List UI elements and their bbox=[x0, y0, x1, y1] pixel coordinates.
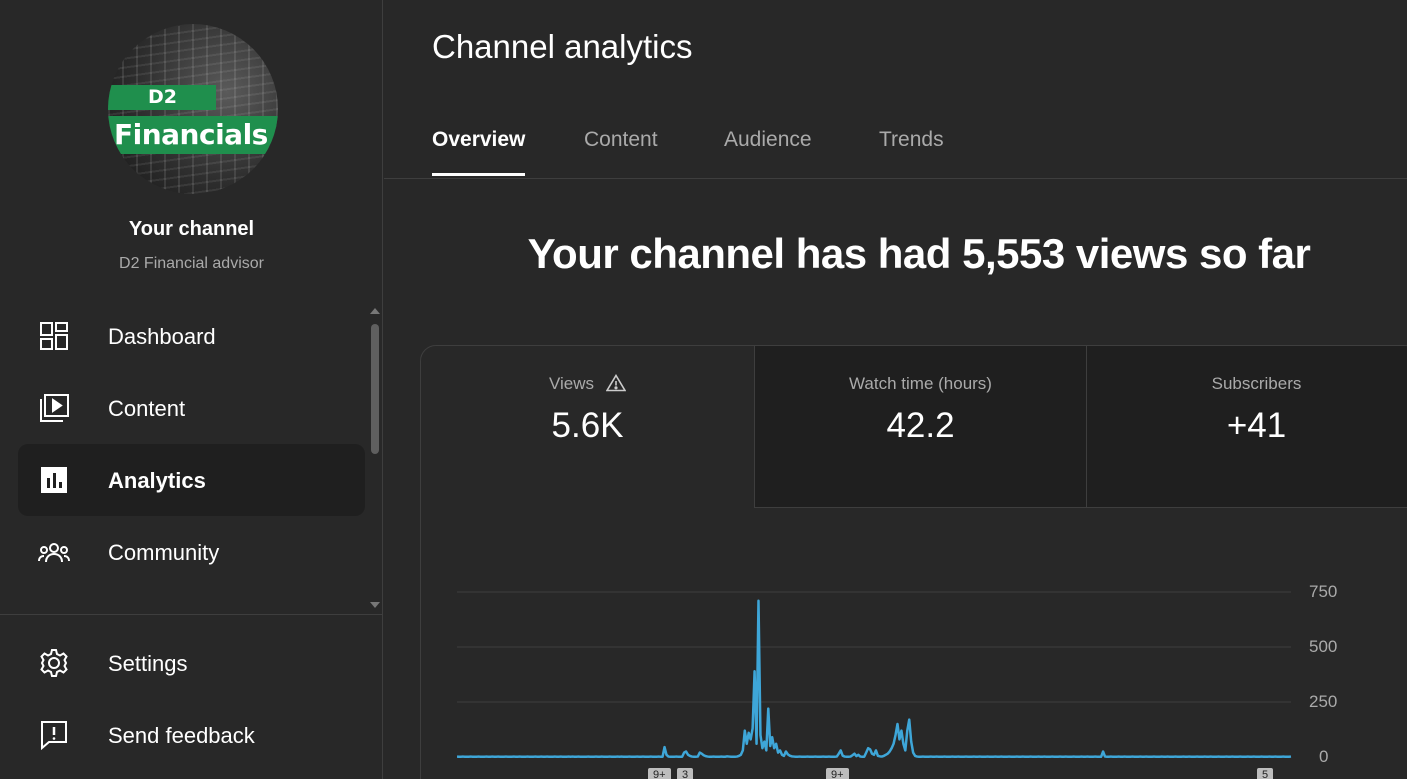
sidebar-item-settings[interactable]: Settings bbox=[18, 627, 365, 699]
chart-event-marker[interactable]: 3 bbox=[677, 768, 694, 779]
sidebar-item-label: Analytics bbox=[108, 468, 206, 493]
chart-event-marker[interactable]: 9+ bbox=[826, 768, 849, 779]
chart-event-marker[interactable]: 5 bbox=[1257, 768, 1274, 779]
metric-label: Views bbox=[421, 373, 754, 397]
avatar-logo-line1: D2 bbox=[108, 85, 216, 110]
metric-label: Watch time (hours) bbox=[849, 374, 992, 393]
dashboard-icon bbox=[38, 322, 70, 350]
sidebar: D2 Financials Your channel D2 Financial … bbox=[0, 0, 383, 779]
main-content: Channel analytics Overview Content Audie… bbox=[384, 0, 1407, 779]
sidebar-item-label: Community bbox=[108, 540, 220, 565]
views-chart[interactable] bbox=[457, 580, 1297, 770]
channel-avatar[interactable]: D2 Financials bbox=[108, 24, 278, 194]
tab-audience[interactable]: Audience bbox=[724, 128, 812, 178]
warning-icon[interactable] bbox=[605, 373, 627, 397]
sidebar-item-label: Dashboard bbox=[108, 324, 216, 349]
views-series-line[interactable] bbox=[457, 599, 1292, 759]
metric-value: 5.6K bbox=[551, 406, 624, 445]
metric-label-text: Views bbox=[548, 374, 595, 393]
sidebar-item-label: Settings bbox=[108, 651, 188, 676]
sidebar-divider bbox=[0, 614, 383, 615]
sidebar-item-dashboard[interactable]: Dashboard bbox=[18, 300, 365, 372]
content-icon bbox=[38, 394, 70, 422]
metric-views[interactable]: Views 5.6K bbox=[421, 346, 754, 508]
analytics-icon bbox=[38, 466, 70, 494]
scroll-down-icon[interactable] bbox=[370, 602, 380, 608]
metric-subscribers[interactable]: Subscribers +41 bbox=[1086, 346, 1407, 508]
sidebar-item-community[interactable]: Community bbox=[18, 516, 365, 588]
sidebar-item-label: Content bbox=[108, 396, 186, 421]
tab-content[interactable]: Content bbox=[584, 128, 658, 178]
metric-watch-time[interactable]: Watch time (hours) 42.2 bbox=[754, 346, 1086, 508]
scroll-up-icon[interactable] bbox=[370, 308, 380, 314]
sidebar-item-analytics[interactable]: Analytics bbox=[18, 444, 365, 516]
sidebar-scrollbar[interactable] bbox=[368, 306, 382, 610]
avatar-logo-line2: Financials bbox=[108, 116, 278, 154]
channel-title: Your channel bbox=[128, 218, 255, 240]
scroll-thumb[interactable] bbox=[371, 324, 379, 454]
metric-value: 42.2 bbox=[886, 406, 955, 445]
gear-icon bbox=[38, 649, 70, 677]
tab-trends[interactable]: Trends bbox=[879, 128, 944, 178]
metric-value: +41 bbox=[1226, 406, 1287, 445]
sidebar-item-label: Send feedback bbox=[108, 723, 255, 748]
tab-overview[interactable]: Overview bbox=[432, 128, 526, 178]
y-tick-label: 250 bbox=[1309, 692, 1338, 711]
feedback-icon bbox=[38, 721, 70, 750]
y-tick-label: 0 bbox=[1319, 747, 1329, 766]
y-tick-label: 500 bbox=[1309, 637, 1338, 656]
community-icon bbox=[38, 538, 70, 566]
page-title: Channel analytics bbox=[432, 28, 693, 65]
tab-bar: Overview Content Audience Trends bbox=[384, 110, 1407, 179]
metric-label: Subscribers bbox=[1211, 374, 1302, 393]
views-headline: Your channel has had 5,553 views so far bbox=[527, 230, 1311, 277]
y-tick-label: 750 bbox=[1309, 582, 1338, 601]
sidebar-nav: Dashboard Content Analytics Community bbox=[0, 300, 383, 614]
channel-subtitle: D2 Financial advisor bbox=[119, 255, 264, 272]
sidebar-item-send-feedback[interactable]: Send feedback bbox=[18, 699, 365, 771]
chart-event-marker[interactable]: 9+ bbox=[648, 768, 671, 779]
sidebar-item-content[interactable]: Content bbox=[18, 372, 365, 444]
